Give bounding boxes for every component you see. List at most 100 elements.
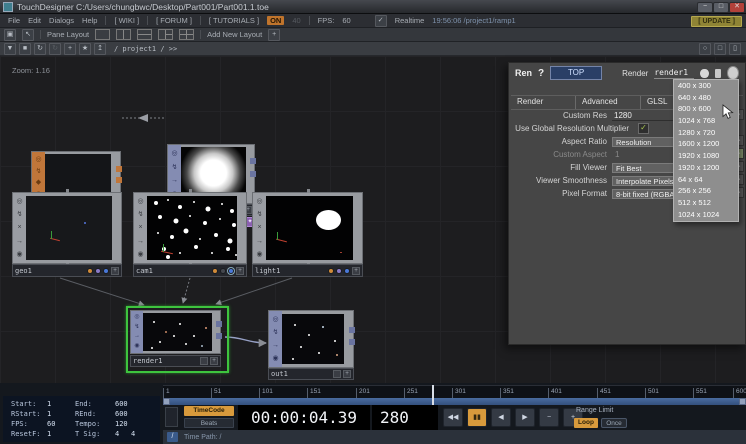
viewer-flag-icon[interactable]: ◎	[35, 156, 41, 163]
menu-item[interactable]: 512 x 512	[674, 197, 738, 209]
node-light1[interactable]: ◎ ↯ × → ◉	[252, 192, 363, 264]
cook-flag-icon[interactable]: ↯	[172, 164, 178, 171]
multiplier-checkbox[interactable]: ✓	[638, 123, 649, 134]
update-button[interactable]: [ UPDATE ]	[691, 16, 742, 27]
display-flag-dot[interactable]	[344, 268, 350, 274]
geo1-namebar[interactable]: geo1 +	[12, 264, 122, 277]
breadcrumb[interactable]: / project1 / >>	[114, 45, 177, 53]
menu-item[interactable]: 64 x 64	[674, 174, 738, 186]
playhead[interactable]	[432, 385, 434, 405]
expand-plus-button[interactable]: +	[352, 267, 360, 275]
minimize-button[interactable]: −	[697, 2, 713, 13]
output-connector[interactable]	[349, 339, 355, 345]
pickable-flag-dot[interactable]	[336, 268, 342, 274]
bookmark-star-icon[interactable]: ★	[79, 43, 91, 55]
display-flag-icon[interactable]: ◉	[134, 343, 139, 350]
param-label[interactable]: Custom Res	[509, 111, 612, 120]
node-cam1[interactable]: ◎ ↯ × → ◉	[133, 192, 247, 264]
viewer-flag-icon[interactable]: ◎	[137, 198, 143, 205]
layout-preset-hsplit[interactable]	[137, 29, 152, 40]
loop-button[interactable]: Loop	[574, 418, 598, 428]
add-new-layout-label[interactable]: Add New Layout	[207, 30, 262, 39]
comment-icon[interactable]	[700, 69, 709, 78]
step-back-button[interactable]: −	[539, 408, 559, 427]
geo1-viewer[interactable]	[26, 196, 112, 260]
jump-to-start-button[interactable]: ◀◀	[443, 408, 463, 427]
layout-preset-threesplit[interactable]	[158, 29, 173, 40]
display-flag-icon[interactable]: ◉	[16, 251, 22, 258]
expand-plus-button[interactable]: +	[111, 267, 119, 275]
param-label[interactable]: Fill Viewer	[509, 163, 612, 172]
range-end-handle[interactable]	[739, 398, 746, 405]
output-connector[interactable]	[116, 166, 122, 172]
param-label[interactable]: Viewer Smoothness	[509, 176, 612, 185]
forum-link[interactable]: [ FORUM ]	[156, 16, 192, 25]
tab-advanced[interactable]: Advanced	[576, 96, 641, 109]
display-flag-dot[interactable]	[228, 268, 234, 274]
cook-flag-icon[interactable]: ↯	[17, 211, 23, 218]
add-icon[interactable]: +	[64, 43, 76, 55]
once-button[interactable]: Once	[601, 418, 627, 428]
param-label[interactable]: Aspect Ratio	[509, 137, 612, 146]
menu-item[interactable]: 256 x 256	[674, 185, 738, 197]
cam1-viewer[interactable]	[147, 196, 237, 260]
realtime-checkbox[interactable]: ✓	[375, 15, 387, 27]
cook-flag-icon[interactable]: ↯	[134, 324, 139, 331]
play-forward-button[interactable]: ▶	[515, 408, 535, 427]
pane-menu-icon[interactable]: ▼	[4, 43, 16, 55]
light1-viewer[interactable]	[266, 196, 353, 260]
pickable-flag-dot-off[interactable]	[220, 268, 226, 274]
pane-pin-icon[interactable]: ▯	[729, 43, 741, 55]
layout-preset-vsplit[interactable]	[116, 29, 131, 40]
slash-icon[interactable]: /	[167, 432, 178, 442]
refresh-icon[interactable]: ↻	[34, 43, 46, 55]
output-connector[interactable]	[250, 158, 256, 164]
stop-icon[interactable]: ■	[19, 43, 31, 55]
export-flag-icon[interactable]: →	[134, 333, 140, 340]
language-icon[interactable]	[715, 69, 721, 78]
menu-item[interactable]: 640 x 480	[674, 92, 738, 104]
cook-flag-icon[interactable]: ↯	[36, 168, 42, 175]
op-name-field[interactable]: render1	[654, 68, 694, 79]
pointer-icon[interactable]: ↖	[22, 29, 34, 41]
gear-icon[interactable]	[727, 66, 739, 80]
range-start-handle[interactable]	[163, 398, 170, 405]
delete-flag-icon[interactable]: ×	[17, 224, 21, 231]
output-connector[interactable]	[349, 327, 355, 333]
node-render1[interactable]: ◎ ↯ → ◉	[130, 310, 221, 354]
menu-dialogs[interactable]: Dialogs	[49, 16, 74, 25]
export-flag-icon[interactable]: →	[256, 238, 263, 245]
pause-button[interactable]: ▮▮	[467, 408, 487, 427]
display-flag-icon[interactable]: ◉	[137, 251, 143, 258]
display-flag-icon[interactable]: ◉	[256, 251, 262, 258]
out1-viewer[interactable]	[282, 314, 344, 364]
export-flag-icon[interactable]: →	[171, 177, 178, 184]
display-flag-dot[interactable]	[103, 268, 109, 274]
out1-namebar[interactable]: out1 +	[268, 368, 354, 380]
output-connector[interactable]	[250, 171, 256, 177]
input-connector[interactable]	[66, 189, 69, 193]
close-button[interactable]: ✕	[729, 2, 745, 13]
export-flag-icon[interactable]: →	[16, 238, 23, 245]
refresh-dim-icon[interactable]: ↻	[49, 43, 61, 55]
node-out1[interactable]: ◎ ↯ → ◉	[268, 310, 354, 368]
render-flag-icon[interactable]: ◆	[36, 179, 41, 186]
tutorials-link[interactable]: [ TUTORIALS ]	[209, 16, 259, 25]
tab-render[interactable]: Render	[511, 96, 576, 109]
viewer-flag-icon[interactable]: ◎	[134, 314, 139, 321]
viewer-mode-icon[interactable]: ▣	[4, 29, 16, 41]
viewer-flag-icon[interactable]: ◎	[272, 316, 278, 323]
param-label[interactable]: Use Global Resolution Multiplier	[509, 124, 634, 133]
maximize-button[interactable]: □	[713, 2, 729, 13]
cook-flag-icon[interactable]: ↯	[138, 211, 144, 218]
menu-item[interactable]: 1024 x 1024	[674, 209, 738, 221]
render-flag-dot[interactable]	[87, 268, 93, 274]
expand-plus-button[interactable]: +	[210, 357, 218, 365]
menu-item[interactable]: 1920 x 1080	[674, 150, 738, 162]
expand-plus-button[interactable]: +	[236, 267, 244, 275]
menu-item[interactable]: 1600 x 1200	[674, 138, 738, 150]
on-toggle[interactable]: ON	[267, 16, 284, 25]
menu-file[interactable]: File	[8, 16, 20, 25]
play-reverse-button[interactable]: ◀	[491, 408, 511, 427]
menu-help[interactable]: Help	[82, 16, 97, 25]
